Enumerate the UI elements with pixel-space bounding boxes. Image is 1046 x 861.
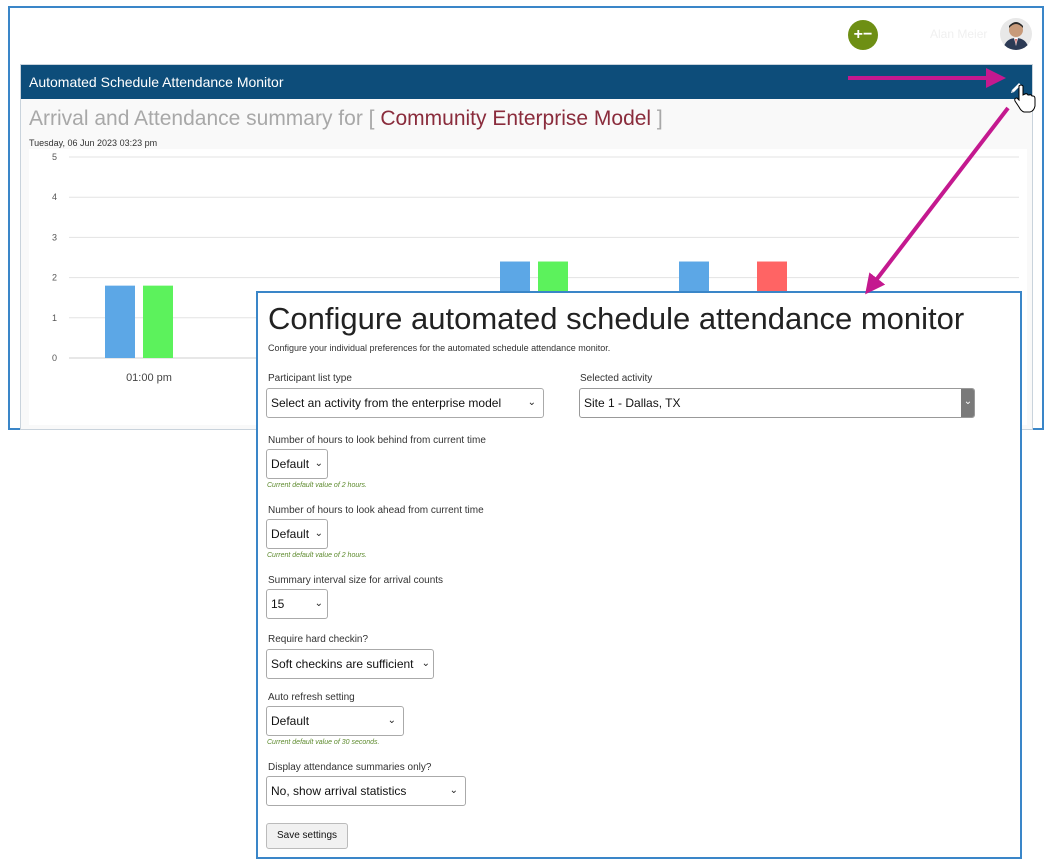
auto-refresh-value: Default xyxy=(271,714,310,728)
y-tick-label: 3 xyxy=(52,232,57,242)
auto-refresh-select[interactable]: Default ⌄ xyxy=(266,706,404,736)
top-bar: +− Alan Meier xyxy=(10,8,1042,62)
user-name[interactable]: Alan Meier xyxy=(930,27,987,41)
selected-activity-select[interactable]: Site 1 - Dallas, TX ⌄ xyxy=(579,388,975,418)
summary-date: Tuesday, 06 Jun 2023 03:23 pm xyxy=(29,138,158,148)
chart-bar[interactable] xyxy=(105,285,135,358)
y-tick-label: 5 xyxy=(52,152,57,162)
avatar[interactable] xyxy=(1000,18,1032,50)
hard-checkin-select[interactable]: Soft checkins are sufficient ⌄ xyxy=(266,649,434,679)
y-tick-label: 4 xyxy=(52,192,57,202)
summary-suffix: ] xyxy=(651,107,663,130)
y-tick-label: 1 xyxy=(52,313,57,323)
chevron-down-icon: ⌄ xyxy=(449,785,458,796)
chevron-down-icon: ⌄ xyxy=(961,389,974,417)
summary-heading: Arrival and Attendance summary for [ Com… xyxy=(29,107,663,131)
hours-ahead-label: Number of hours to look ahead from curre… xyxy=(268,505,484,516)
hard-checkin-label: Require hard checkin? xyxy=(268,634,369,645)
chevron-down-icon: ⌄ xyxy=(314,598,323,609)
auto-refresh-hint: Current default value of 30 seconds. xyxy=(267,739,380,746)
hard-checkin-value: Soft checkins are sufficient xyxy=(271,657,414,671)
chevron-down-icon: ⌄ xyxy=(421,658,430,669)
interval-select[interactable]: 15 ⌄ xyxy=(266,589,328,619)
display-summaries-select[interactable]: No, show arrival statistics ⌄ xyxy=(266,776,466,806)
interval-label: Summary interval size for arrival counts xyxy=(268,575,444,586)
auto-refresh-label: Auto refresh setting xyxy=(268,692,355,703)
hours-ahead-hint: Current default value of 2 hours. xyxy=(267,552,368,559)
hours-behind-value: Default xyxy=(271,457,310,471)
chart-bar[interactable] xyxy=(143,285,173,358)
chevron-down-icon: ⌄ xyxy=(314,458,323,469)
add-remove-button[interactable]: +− xyxy=(848,20,878,50)
summary-prefix: Arrival and Attendance summary for [ xyxy=(29,107,381,130)
chevron-down-icon: ⌄ xyxy=(387,715,396,726)
hours-ahead-select[interactable]: Default ⌄ xyxy=(266,519,328,549)
chevron-down-icon: ⌄ xyxy=(314,528,323,539)
participant-list-select[interactable]: Select an activity from the enterprise m… xyxy=(266,388,544,418)
model-name: Community Enterprise Model xyxy=(380,107,652,130)
display-summaries-label: Display attendance summaries only? xyxy=(268,762,432,773)
chevron-down-icon: ⌄ xyxy=(527,397,536,408)
panel-title: Automated Schedule Attendance Monitor xyxy=(29,74,284,90)
hours-behind-label: Number of hours to look behind from curr… xyxy=(268,435,486,446)
interval-value: 15 xyxy=(271,597,285,611)
y-tick-label: 0 xyxy=(52,353,57,363)
avatar-image xyxy=(1000,18,1032,50)
config-description: Configure your individual preferences fo… xyxy=(268,343,611,353)
y-tick-label: 2 xyxy=(52,273,57,283)
participant-list-value: Select an activity from the enterprise m… xyxy=(271,396,502,410)
selected-activity-value: Site 1 - Dallas, TX xyxy=(584,396,681,410)
x-tick-label: 01:00 pm xyxy=(126,372,172,384)
panel-header: Automated Schedule Attendance Monitor xyxy=(21,65,1032,99)
hours-behind-select[interactable]: Default ⌄ xyxy=(266,449,328,479)
config-title: Configure automated schedule attendance … xyxy=(268,301,965,336)
plus-minus-icon: +− xyxy=(853,26,873,43)
save-settings-button[interactable]: Save settings xyxy=(266,823,348,849)
hours-behind-hint: Current default value of 2 hours. xyxy=(267,482,368,489)
hours-ahead-value: Default xyxy=(271,527,310,541)
display-summaries-value: No, show arrival statistics xyxy=(271,784,407,798)
pencil-icon[interactable] xyxy=(1008,74,1024,93)
selected-activity-label: Selected activity xyxy=(580,373,653,384)
config-dialog: Configure automated schedule attendance … xyxy=(256,291,1022,859)
participant-list-label: Participant list type xyxy=(268,373,352,384)
